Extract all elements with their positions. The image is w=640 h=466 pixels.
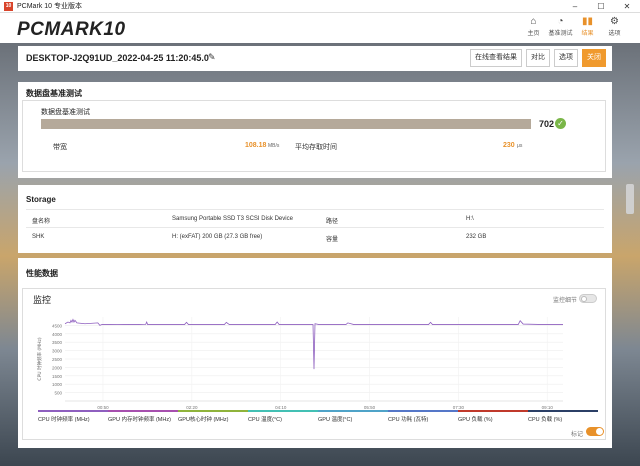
y-tick-label: 4500 (52, 323, 63, 328)
bar-chart-icon: ▮▮ (581, 16, 593, 27)
legend-item[interactable]: GPU 负载 (%) (458, 410, 528, 423)
section-title: 性能数据 (26, 269, 58, 278)
legend-item[interactable]: GPU 温度(°C) (318, 410, 388, 423)
divider (26, 227, 604, 228)
legend-swatch (108, 410, 178, 412)
y-tick-label: 3500 (52, 340, 63, 345)
home-icon: ⌂ (530, 16, 537, 27)
y-tick-label: 1500 (52, 374, 63, 379)
capacity-label: 容量 (326, 237, 339, 243)
y-tick-label: 2000 (52, 365, 63, 370)
legend-label: GPU 温度(°C) (318, 417, 353, 423)
section-title: Storage (26, 195, 56, 204)
bandwidth-unit: MB/s (268, 143, 280, 149)
options-button[interactable]: 选项 (554, 49, 578, 67)
legend-swatch (388, 410, 458, 412)
legend-item[interactable]: CPU 功耗 (瓦特) (388, 410, 458, 423)
y-tick-label: 500 (54, 391, 62, 396)
result-name: DESKTOP-J2Q91UD_2022-04-25 11:20:45.0 (26, 53, 209, 63)
path-label: 路径 (326, 219, 339, 225)
valid-check-icon: ✓ (555, 118, 566, 129)
path-value: H:\ (466, 216, 474, 222)
monitor-details-label: 监控细节 (552, 298, 577, 304)
main-nav: ⌂ 主页 ◔ 基准测试 ▮▮ 结果 ⚙ 选项 (520, 16, 628, 37)
close-result-button[interactable]: 关闭 (582, 49, 606, 67)
legend-label: GPU 负载 (%) (458, 417, 493, 423)
bandwidth-label: 带宽 (53, 144, 67, 151)
y-tick-label: 2500 (52, 357, 63, 362)
drive-name-label: 盘名称 (32, 219, 51, 225)
access-time-label: 平均存取时间 (295, 144, 337, 151)
score-bar (41, 119, 531, 129)
legend-label: CPU 负载 (%) (528, 417, 563, 423)
legend-label: CPU 时钟频率 (MHz) (38, 417, 90, 423)
monitor-card: 监控 监控细节 500 1000 1500 2000 2500 3000 3500 4000 4… (22, 288, 606, 440)
volume-label: SHK (32, 234, 45, 240)
close-window-button[interactable]: ✕ (614, 0, 640, 13)
storage-panel: Storage 盘名称 Samsung Portable SSD T3 SCSI… (18, 185, 612, 253)
legend-label: GPU核心时钟 (MHz) (178, 417, 229, 423)
legend-label: CPU 功耗 (瓦特) (388, 417, 429, 423)
legend-swatch (528, 410, 598, 412)
nav-benchmarks[interactable]: ◔ 基准测试 (547, 16, 574, 37)
scrollbar[interactable] (626, 184, 634, 214)
monitor-details-toggle[interactable] (579, 294, 597, 303)
legend-swatch (318, 410, 388, 412)
marker-toggle[interactable] (586, 427, 604, 436)
legend-item[interactable]: GPU 内存时钟频率 (MHz) (108, 410, 178, 423)
app-header: PCMARK10 ⌂ 主页 ◔ 基准测试 ▮▮ 结果 ⚙ 选项 (0, 13, 640, 43)
nav-options[interactable]: ⚙ 选项 (601, 16, 628, 37)
y-tick-label: 3000 (52, 349, 63, 354)
access-time-value: 230 (503, 142, 515, 149)
legend-item[interactable]: GPU核心时钟 (MHz) (178, 410, 248, 423)
volume-value: H: (exFAT) 200 GB (27.3 GB free) (172, 234, 263, 240)
score-card: 数据盘基准测试 702 ✓ 带宽 108.18 MB/s 平均存取时间 230 … (22, 100, 606, 172)
legend-label: CPU 温度(°C) (248, 417, 282, 423)
nav-results[interactable]: ▮▮ 结果 (574, 16, 601, 37)
legend-item[interactable]: CPU 负载 (%) (528, 410, 598, 423)
maximize-button[interactable]: ☐ (588, 0, 614, 13)
window-controls: – ☐ ✕ (562, 0, 640, 13)
card-title: 数据盘基准测试 (41, 109, 90, 116)
legend-label: GPU 内存时钟频率 (MHz) (108, 417, 171, 423)
legend-item[interactable]: CPU 温度(°C) (248, 410, 318, 423)
legend-swatch (248, 410, 318, 412)
edit-name-icon[interactable]: ✎ (208, 52, 216, 63)
score-value: 702 (539, 119, 555, 129)
nav-home[interactable]: ⌂ 主页 (520, 16, 547, 37)
bandwidth-value: 108.18 (245, 142, 267, 149)
y-tick-label: 1000 (52, 382, 63, 387)
compare-button[interactable]: 对比 (526, 49, 550, 67)
monitor-title: 监控 (33, 295, 52, 305)
y-axis-label: CPU 时钟频率 (MHz) (36, 337, 43, 380)
legend-swatch (458, 410, 528, 412)
result-bar: DESKTOP-J2Q91UD_2022-04-25 11:20:45.0 ✎ … (18, 46, 612, 71)
gear-icon: ⚙ (610, 16, 619, 27)
chart-legend: CPU 时钟频率 (MHz) GPU 内存时钟频率 (MHz) GPU核心时钟 (M… (38, 410, 598, 423)
pcmark-logo: PCMARK10 (17, 19, 126, 40)
app-icon: 10 (4, 1, 13, 11)
drive-name-value: Samsung Portable SSD T3 SCSI Disk Device (172, 216, 293, 222)
y-tick-label: 4000 (52, 332, 63, 337)
marker-label: 标记 (571, 432, 584, 438)
cpu-clock-series-line (64, 318, 563, 370)
capacity-value: 232 GB (466, 234, 487, 240)
gauge-icon: ◔ (557, 16, 564, 27)
legend-swatch (178, 410, 248, 412)
section-title: 数据盘基准测试 (26, 89, 82, 98)
window-titlebar: 10 PCMark 10 专业版本 – ☐ ✕ (0, 0, 640, 13)
legend-swatch (38, 410, 108, 412)
monitor-chart: 5001000150020002500300035004000450000:50… (36, 317, 563, 410)
window-title: PCMark 10 专业版本 (17, 3, 82, 10)
divider (26, 209, 604, 210)
access-time-unit: μs (517, 143, 523, 149)
legend-item[interactable]: CPU 时钟频率 (MHz) (38, 410, 108, 423)
minimize-button[interactable]: – (562, 0, 588, 13)
view-online-button[interactable]: 在线查看结果 (470, 49, 522, 67)
